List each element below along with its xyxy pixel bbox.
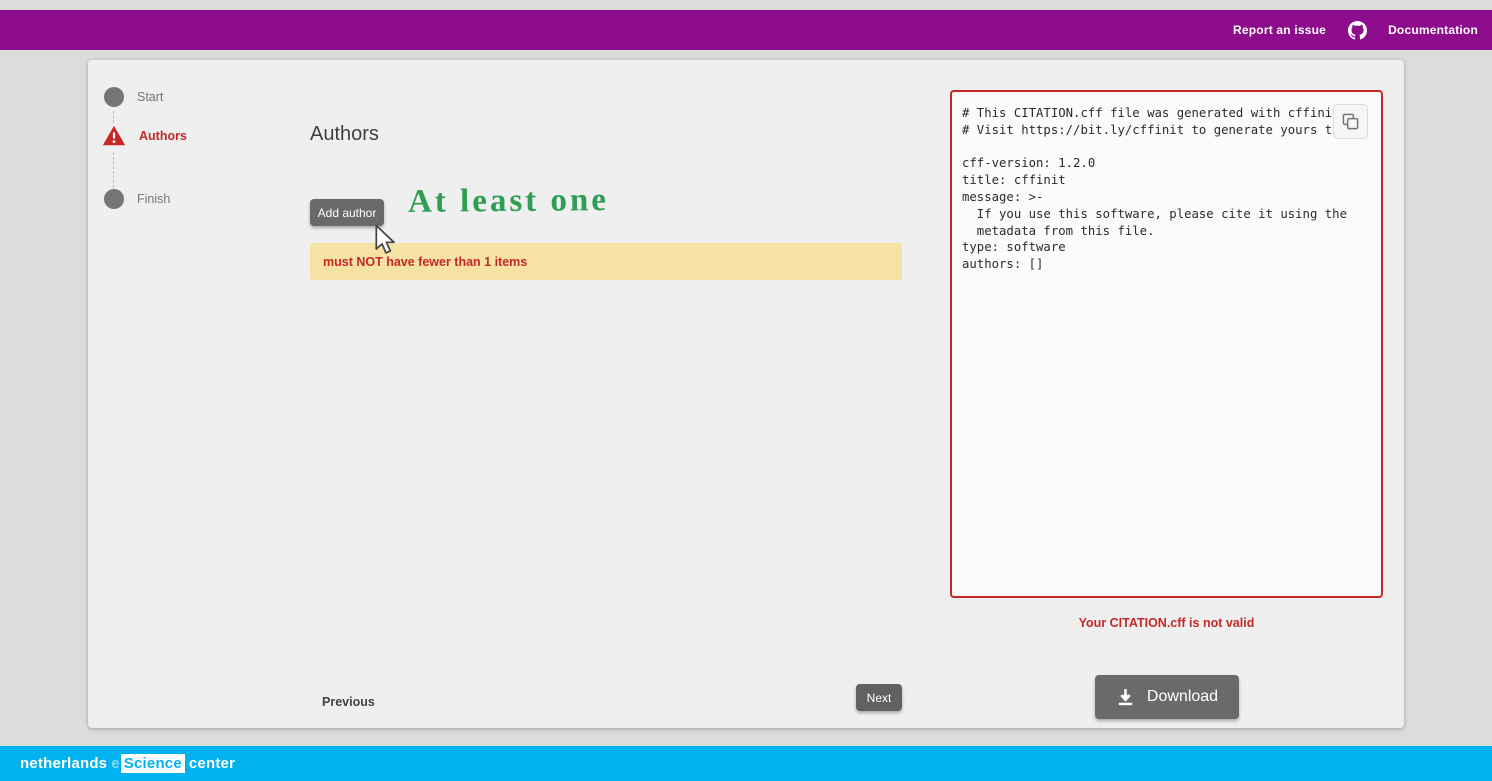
step-label: Finish bbox=[137, 192, 170, 206]
top-bar-links: Report an issue Documentation bbox=[1233, 19, 1492, 41]
brand-suffix: center bbox=[189, 755, 235, 772]
step-label: Authors bbox=[139, 129, 187, 143]
stepper-step-authors[interactable]: Authors bbox=[102, 125, 187, 146]
main-card: Start Authors Finish Authors Add author … bbox=[88, 60, 1404, 728]
top-bar: Report an issue Documentation bbox=[0, 10, 1492, 50]
validation-alert-text: must NOT have fewer than 1 items bbox=[323, 255, 527, 269]
add-author-button[interactable]: Add author bbox=[310, 199, 384, 226]
documentation-link[interactable]: Documentation bbox=[1388, 23, 1478, 37]
invalid-file-message: Your CITATION.cff is not valid bbox=[950, 616, 1383, 630]
step-label: Start bbox=[137, 90, 163, 104]
download-button[interactable]: Download bbox=[1095, 675, 1239, 719]
brand-e: e bbox=[111, 755, 120, 772]
stepper-step-finish[interactable]: Finish bbox=[104, 189, 170, 209]
footer-bar: netherlands e Science center bbox=[0, 746, 1492, 781]
download-icon bbox=[1116, 688, 1135, 707]
citation-code: # This CITATION.cff file was generated w… bbox=[952, 92, 1381, 286]
github-icon[interactable] bbox=[1346, 19, 1368, 41]
citation-preview-panel: # This CITATION.cff file was generated w… bbox=[950, 90, 1383, 598]
escience-center-logo: netherlands e Science center bbox=[20, 754, 235, 773]
annotation-at-least-one: At least one bbox=[408, 182, 609, 221]
stepper-connector bbox=[113, 152, 114, 188]
stepper-step-start[interactable]: Start bbox=[104, 87, 163, 107]
copy-icon bbox=[1342, 113, 1359, 130]
cffinit-app: Report an issue Documentation Start bbox=[0, 0, 1492, 781]
step-circle-icon bbox=[104, 189, 124, 209]
previous-button[interactable]: Previous bbox=[318, 689, 379, 715]
next-button[interactable]: Next bbox=[856, 684, 902, 711]
validation-alert: must NOT have fewer than 1 items bbox=[310, 243, 902, 280]
report-issue-link[interactable]: Report an issue bbox=[1233, 23, 1326, 37]
download-button-label: Download bbox=[1147, 688, 1218, 706]
brand-highlight: Science bbox=[121, 754, 185, 773]
page-title: Authors bbox=[310, 123, 379, 146]
copy-button[interactable] bbox=[1333, 104, 1368, 139]
stepper-connector bbox=[113, 111, 114, 123]
warning-triangle-icon bbox=[102, 125, 126, 146]
step-circle-icon bbox=[104, 87, 124, 107]
brand-prefix: netherlands bbox=[20, 755, 107, 772]
